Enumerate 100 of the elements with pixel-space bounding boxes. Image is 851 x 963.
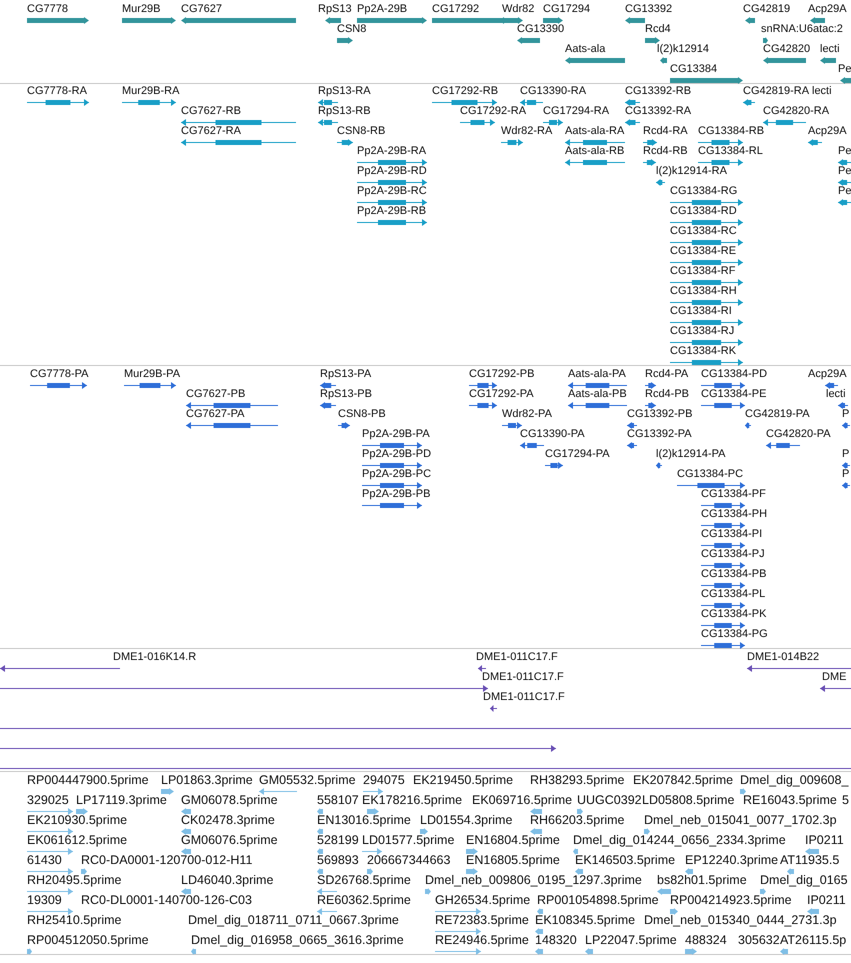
transcript-label: CG42820-RA xyxy=(763,105,830,118)
protein-label: CG13384-PE xyxy=(701,388,766,401)
transcript-label: Rcd4-RA xyxy=(643,125,688,138)
transcript-label: Pp2A-29B-RB xyxy=(357,205,426,218)
est-label: AT11935.5 xyxy=(780,854,840,867)
est-label: GM05532.5prime xyxy=(259,774,356,787)
est-label: GH26534.5prime xyxy=(435,894,530,907)
est-label: RE16043.5prime xyxy=(743,794,837,807)
est-label: LD01554.3prime xyxy=(420,814,512,827)
protein-label: CG13390-PA xyxy=(520,428,585,441)
est-label: EP12240.3prime xyxy=(685,854,778,867)
gene-label: CG7627 xyxy=(181,3,222,16)
est-label: LD01577.5prime xyxy=(362,834,454,847)
protein-label: P xyxy=(842,468,850,481)
protein-label: Aats-ala-PA xyxy=(568,368,626,381)
transcript-label: CG13384-RL xyxy=(698,145,763,158)
transcript-label: Pp2A-29B-RA xyxy=(357,145,426,158)
est-label: EK210930.5prime xyxy=(27,814,128,827)
gene-label: Rcd4 xyxy=(645,23,671,36)
transcript-label: CG13384-RK xyxy=(670,345,736,358)
est-label: RC0-DA0001-120700-012-H11 xyxy=(81,854,252,867)
clone-label: DME1-016K14.R xyxy=(113,651,196,664)
est-label: 558107 xyxy=(317,794,359,807)
est-label: RP004512050.5prime xyxy=(27,934,149,947)
transcript-label: Acp29A xyxy=(808,125,847,138)
protein-label: Pp2A-29B-PA xyxy=(362,428,430,441)
est-label: RC0-DL0001-140700-126-C03 xyxy=(81,894,252,907)
transcript-label: CG17292-RA xyxy=(460,105,526,118)
protein-label: Aats-ala-PB xyxy=(568,388,627,401)
transcript-label: CG42819-RA xyxy=(743,85,810,98)
protein-label: CG13384-PK xyxy=(701,608,766,621)
est-label: LD46040.3prime xyxy=(181,874,274,887)
est-label: 294075 xyxy=(363,774,405,787)
gene-label: Wdr82 xyxy=(502,3,534,16)
protein-label: CG13384-PJ xyxy=(701,548,765,561)
protein-label: CG13384-PB xyxy=(701,568,766,581)
transcript-label: CG13384-RE xyxy=(670,245,736,258)
transcript-label: RpS13-RA xyxy=(318,85,371,98)
transcript-label: Rcd4-RB xyxy=(643,145,688,158)
protein-label: Pp2A-29B-PC xyxy=(362,468,432,481)
est-label: AT26115.5p xyxy=(780,934,846,947)
est-label: 305632 xyxy=(738,934,780,947)
protein-label: Rcd4-PA xyxy=(645,368,688,381)
est-label: Dmel_neb_015041_0077_1702.3p xyxy=(644,814,837,827)
gene-label: CG13390 xyxy=(517,23,564,36)
est-label: Dmel_dig_016958_0665_3616.3prime xyxy=(191,934,404,947)
protein-label: CG13392-PB xyxy=(627,408,692,421)
protein-label: Rcd4-PB xyxy=(645,388,690,401)
protein-label: Acp29A xyxy=(808,368,847,381)
transcript-label: l(2)k12914-RA xyxy=(656,165,727,178)
protein-label: CG13384-PG xyxy=(701,628,768,641)
gene-label: Mur29B xyxy=(122,3,161,16)
transcript-label: CG13384-RF xyxy=(670,265,736,278)
transcript-label: CG13384-RJ xyxy=(670,325,734,338)
protein-label: CG17292-PB xyxy=(469,368,534,381)
est-label: RH20495.5prime xyxy=(27,874,122,887)
gene-label: CSN8 xyxy=(337,23,366,36)
transcript-label: CG13384-RB xyxy=(698,125,764,138)
protein-label: l(2)k12914-PA xyxy=(656,448,726,461)
est-label: Dmel_neb_009806_0195_1297.3prime xyxy=(425,874,642,887)
est-label: EK061612.5prime xyxy=(27,834,128,847)
est-label: RE72383.5prime xyxy=(435,914,529,927)
protein-label: CG17294-PA xyxy=(545,448,610,461)
gene-label: Acp29A xyxy=(808,3,847,16)
clone-label: DME1-011C17.F xyxy=(476,651,558,664)
protein-label: CG13384-PD xyxy=(701,368,768,381)
clone-label: DME1-011C17.F xyxy=(482,671,564,684)
transcript-label: Aats-ala-RA xyxy=(565,125,624,138)
transcript-label: Mur29B-RA xyxy=(122,85,180,98)
protein-label: lecti xyxy=(826,388,846,401)
est-label: EN16804.5prime xyxy=(466,834,560,847)
protein-label: CG42820-PA xyxy=(766,428,831,441)
transcript-label: CG13384-RH xyxy=(670,285,737,298)
est-label: 5 xyxy=(842,794,849,807)
est-label: IP0211 xyxy=(807,894,846,907)
est-label: 528199 xyxy=(317,834,359,847)
est-label: LP22047.5prime xyxy=(585,934,677,947)
est-label: Dmel_dig_014244_0656_2334.3prime xyxy=(573,834,786,847)
protein-label: CG13384-PL xyxy=(701,588,766,601)
gene-label: snRNA:U6atac:2 xyxy=(761,23,843,36)
protein-label: CG13384-PC xyxy=(677,468,744,481)
clone-label: DME1-011C17.F xyxy=(483,691,565,704)
protein-label: Mur29B-PA xyxy=(124,368,180,381)
est-label: 488324 xyxy=(685,934,727,947)
est-label: EN16805.5prime xyxy=(466,854,560,867)
clone-label: DME xyxy=(822,671,846,684)
gene-label: lecti xyxy=(820,43,840,56)
transcript-label: Pe xyxy=(838,185,851,198)
est-label: RP001054898.5prime xyxy=(537,894,659,907)
protein-label: CG17292-PA xyxy=(469,388,534,401)
protein-label: CG7627-PB xyxy=(186,388,246,401)
est-label: LP01863.3prime xyxy=(161,774,253,787)
est-label: 569893 xyxy=(317,854,359,867)
est-label: Dmel_dig_009608_ xyxy=(740,774,848,787)
est-label: RH38293.5prime xyxy=(530,774,624,787)
transcript-label: Aats-ala-RB xyxy=(565,145,624,158)
est-label: LD05808.5prime xyxy=(642,794,734,807)
est-label: 329025 xyxy=(27,794,69,807)
protein-label: RpS13-PB xyxy=(320,388,372,401)
est-label: 148320 xyxy=(535,934,577,947)
